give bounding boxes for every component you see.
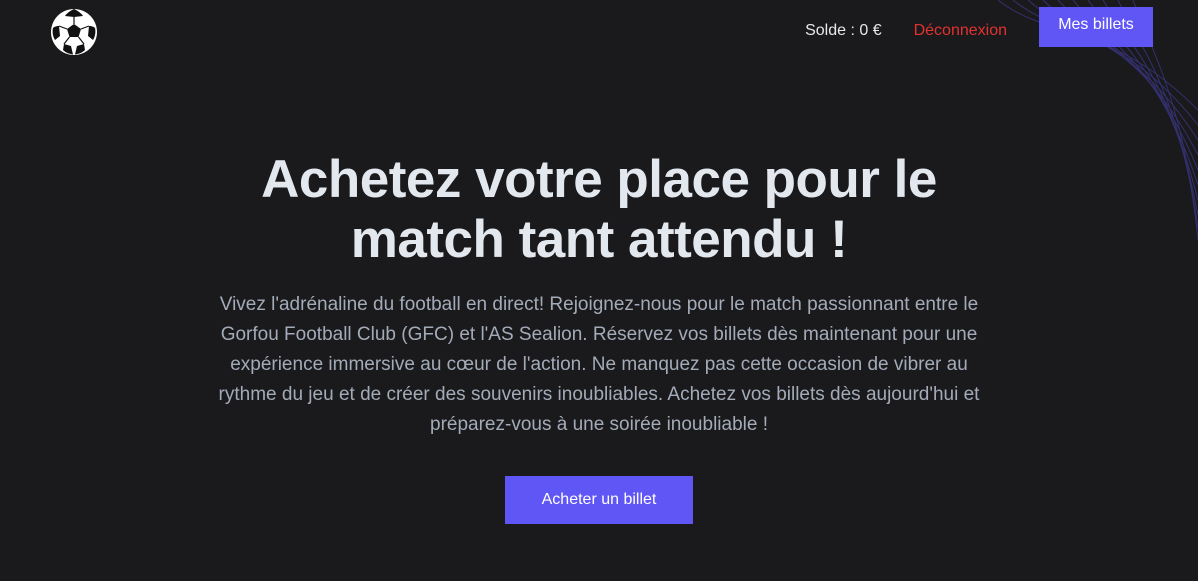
balance-label: Solde : 0 € xyxy=(805,22,882,39)
buy-ticket-button[interactable]: Acheter un billet xyxy=(505,476,693,524)
logout-link[interactable]: Déconnexion xyxy=(914,22,1007,40)
hero-title: Achetez votre place pour le match tant a… xyxy=(261,150,937,269)
hero-description: Vivez l'adrénaline du football en direct… xyxy=(218,294,980,435)
hero-section: Achetez votre place pour le match tant a… xyxy=(0,150,1198,524)
page: Solde : 0 € Déconnexion Mes billets Ache… xyxy=(0,0,1198,581)
top-navigation: Solde : 0 € Déconnexion Mes billets xyxy=(805,7,1153,47)
soccer-ball-icon[interactable] xyxy=(50,8,98,56)
my-tickets-button[interactable]: Mes billets xyxy=(1039,7,1153,47)
